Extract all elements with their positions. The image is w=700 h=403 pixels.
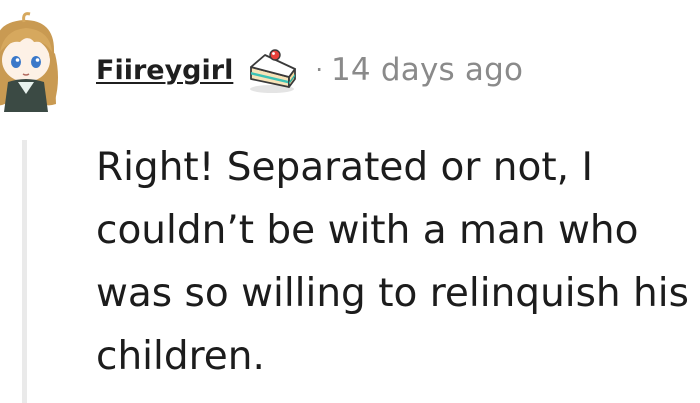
cake-slice-badge-icon [245,45,299,95]
username-link[interactable]: Fiireygirl [96,55,233,86]
separator-dot: · [315,56,323,84]
comment-header: Fiireygirl · 14 days ago [96,44,523,96]
comment-body: Right! Separated or not, I couldn’t be w… [96,145,689,379]
comment: Fiireygirl · 14 days ago Right! Separate… [0,0,700,403]
avatar[interactable] [0,8,72,112]
timestamp[interactable]: 14 days ago [331,52,523,88]
thread-line[interactable] [22,140,27,403]
avatar-icon [0,12,58,112]
